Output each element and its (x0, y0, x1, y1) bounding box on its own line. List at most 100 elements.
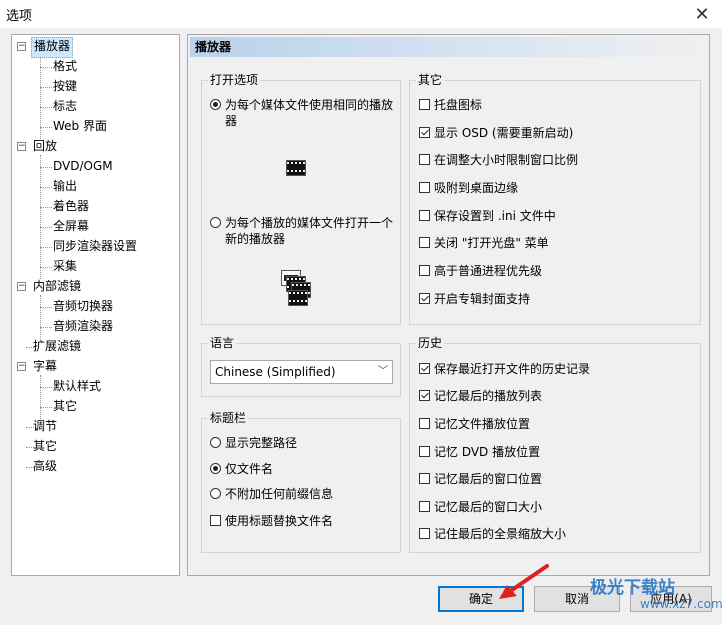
checkbox-remember-window-size[interactable]: 记忆最后的窗口大小 (419, 499, 542, 515)
tree-item-misc[interactable]: 其它 (31, 437, 59, 456)
tree-item-advanced[interactable]: 高级 (31, 457, 59, 476)
checkbox-label: 记忆最后的窗口大小 (434, 500, 543, 514)
group-label: 其它 (416, 73, 445, 87)
checkbox[interactable] (419, 418, 430, 429)
checkbox[interactable] (419, 473, 430, 484)
watermark-logo: 极光下载站 (590, 578, 675, 598)
checkbox[interactable] (419, 210, 430, 221)
tree-item-formats[interactable]: 格式 (51, 57, 79, 76)
checkbox-save-ini[interactable]: 保存设置到 .ini 文件中 (419, 208, 556, 224)
annotation-arrow-icon (499, 564, 549, 599)
tree-item-default-style[interactable]: 默认样式 (51, 377, 103, 396)
other-group: 其它 (409, 73, 701, 325)
watermark-url: www.xz7.com (640, 597, 722, 611)
checkbox-label: 记忆 DVD 播放位置 (434, 445, 541, 459)
checkbox-label: 托盘图标 (434, 98, 483, 112)
group-label: 语言 (208, 336, 237, 350)
checkbox-label: 开启专辑封面支持 (434, 292, 531, 306)
tree-item-subtitles[interactable]: 字幕 (31, 357, 59, 376)
tree-item-audio-renderer[interactable]: 音频渲染器 (51, 317, 115, 336)
tree-item-logo[interactable]: 标志 (51, 97, 79, 116)
checkbox[interactable] (419, 154, 430, 165)
tree-item-dvd-ogm[interactable]: DVD/OGM (51, 157, 115, 176)
panel-header: 播放器 (190, 37, 707, 57)
checkbox[interactable] (210, 515, 221, 526)
checkbox-remember-dvd-pos[interactable]: 记忆 DVD 播放位置 (419, 444, 540, 460)
tree-item-audio-switcher[interactable]: 音频切换器 (51, 297, 115, 316)
checkbox-remember-pan-scan[interactable]: 记住最后的全景缩放大小 (419, 526, 566, 542)
checkbox[interactable] (419, 390, 430, 401)
radio-button[interactable] (210, 463, 221, 474)
language-select[interactable]: Chinese (Simplified) ﹀ (210, 360, 393, 384)
radio-button[interactable] (210, 99, 221, 110)
checkbox-save-recent[interactable]: 保存最近打开文件的历史记录 (419, 361, 590, 377)
tree-item-shaders[interactable]: 着色器 (51, 197, 91, 216)
window-title: 选项 (6, 9, 33, 24)
checkbox[interactable] (419, 293, 430, 304)
radio-label: 不附加任何前缀信息 (225, 487, 334, 501)
radio-button[interactable] (210, 217, 221, 228)
checkbox-label: 保存设置到 .ini 文件中 (434, 209, 556, 223)
checkbox-remember-playlist[interactable]: 记忆最后的播放列表 (419, 388, 542, 404)
collapse-icon[interactable]: − (17, 142, 26, 151)
tree-item-sync-renderer[interactable]: 同步渲染器设置 (51, 237, 139, 256)
checkbox[interactable] (419, 363, 430, 374)
checkbox-label: 记忆文件播放位置 (434, 417, 531, 431)
group-label: 历史 (416, 336, 445, 350)
tree-item-player[interactable]: 播放器 (31, 37, 74, 58)
options-tree[interactable]: − − − − 播放器 格式 按键 标志 Web 界面 回放 DVD/OGM 输… (11, 34, 180, 576)
checkbox-label: 吸附到桌面边缘 (434, 181, 519, 195)
checkbox-remember-file-pos[interactable]: 记忆文件播放位置 (419, 416, 530, 432)
checkbox-label: 记忆最后的播放列表 (434, 389, 543, 403)
radio-full-path[interactable]: 显示完整路径 (210, 435, 297, 451)
radio-button[interactable] (210, 488, 221, 499)
radio-new-player[interactable]: 为每个播放的媒体文件打开一个新的播放器 (210, 215, 398, 247)
checkbox-label: 高于普通进程优先级 (434, 264, 543, 278)
checkbox[interactable] (419, 127, 430, 138)
tree-item-subtitles-misc[interactable]: 其它 (51, 397, 79, 416)
radio-no-prefix[interactable]: 不附加任何前缀信息 (210, 486, 333, 502)
checkbox[interactable] (419, 501, 430, 512)
collapse-icon[interactable]: − (17, 282, 26, 291)
close-icon: ✕ (694, 3, 710, 25)
radio-same-player[interactable]: 为每个媒体文件使用相同的播放器 (210, 97, 398, 129)
checkbox-use-title[interactable]: 使用标题替换文件名 (210, 513, 333, 529)
checkbox-show-osd[interactable]: 显示 OSD (需要重新启动) (419, 125, 573, 141)
checkbox-label: 使用标题替换文件名 (225, 514, 334, 528)
radio-label: 为每个播放的媒体文件打开一个新的播放器 (225, 216, 394, 246)
checkbox-high-priority[interactable]: 高于普通进程优先级 (419, 263, 542, 279)
checkbox[interactable] (419, 182, 430, 193)
checkbox[interactable] (419, 237, 430, 248)
radio-label: 仅文件名 (225, 462, 274, 476)
tree-item-tweaks[interactable]: 调节 (31, 417, 59, 436)
tree-item-web-interface[interactable]: Web 界面 (51, 117, 109, 136)
checkbox-limit-aspect[interactable]: 在调整大小时限制窗口比例 (419, 152, 578, 168)
tree-item-playback[interactable]: 回放 (31, 137, 59, 156)
checkbox-label: 记忆最后的窗口位置 (434, 472, 543, 486)
tree-item-keys[interactable]: 按键 (51, 77, 79, 96)
tree-item-external-filters[interactable]: 扩展滤镜 (31, 337, 83, 356)
group-label: 打开选项 (208, 73, 261, 87)
radio-label: 显示完整路径 (225, 436, 298, 450)
radio-button[interactable] (210, 437, 221, 448)
radio-filename-only[interactable]: 仅文件名 (210, 461, 273, 477)
tree-item-internal-filters[interactable]: 内部滤镜 (31, 277, 83, 296)
tree-item-capture[interactable]: 采集 (51, 257, 79, 276)
checkbox[interactable] (419, 99, 430, 110)
checkbox-tray-icon[interactable]: 托盘图标 (419, 97, 482, 113)
checkbox-remember-window-pos[interactable]: 记忆最后的窗口位置 (419, 471, 542, 487)
chevron-down-icon[interactable]: ﹀ (378, 361, 388, 383)
collapse-icon[interactable]: − (17, 42, 26, 51)
checkbox-close-disc-menu[interactable]: 关闭 "打开光盘" 菜单 (419, 235, 549, 251)
tree-item-fullscreen[interactable]: 全屏幕 (51, 217, 91, 236)
language-value: Chinese (Simplified) (215, 365, 336, 379)
checkbox[interactable] (419, 265, 430, 276)
checkbox-album-art[interactable]: 开启专辑封面支持 (419, 291, 530, 307)
checkbox-snap-edges[interactable]: 吸附到桌面边缘 (419, 180, 518, 196)
collapse-icon[interactable]: − (17, 362, 26, 371)
checkbox[interactable] (419, 446, 430, 457)
checkbox[interactable] (419, 528, 430, 539)
checkbox-label: 在调整大小时限制窗口比例 (434, 153, 579, 167)
tree-item-output[interactable]: 输出 (51, 177, 79, 196)
close-button[interactable]: ✕ (682, 0, 722, 28)
